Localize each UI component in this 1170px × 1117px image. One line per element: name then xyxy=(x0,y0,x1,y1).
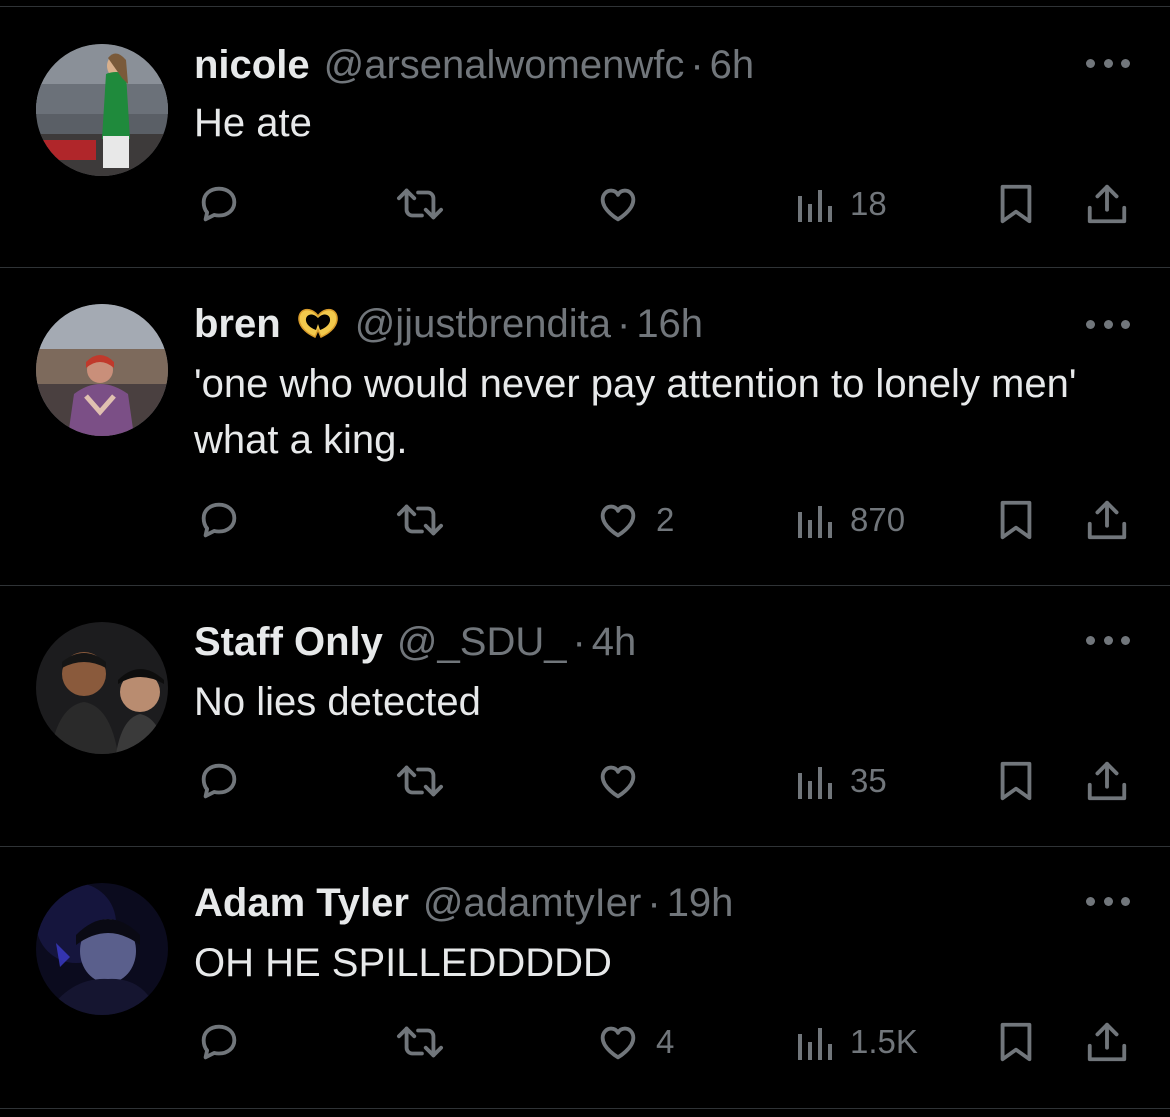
views-icon xyxy=(798,506,832,538)
views-icon xyxy=(798,767,832,799)
like-button[interactable]: 4 xyxy=(594,1017,674,1067)
share-button[interactable] xyxy=(1084,756,1130,806)
avatar[interactable] xyxy=(36,622,168,754)
retweet-icon xyxy=(396,765,443,797)
reply-icon xyxy=(201,763,237,799)
bookmark-button[interactable] xyxy=(996,756,1036,806)
separator-dot: · xyxy=(647,881,661,925)
tweet-header: nicole @arsenalwomenwfc · 6h xyxy=(194,41,754,89)
like-count: 4 xyxy=(656,1023,675,1060)
view-count: 870 xyxy=(850,501,906,538)
action-bar: 2 870 xyxy=(0,495,1170,545)
action-bar: 4 1.5K xyxy=(0,1017,1170,1067)
tweet-header: Staff Only @_SDU_ · 4h xyxy=(194,618,636,666)
views-button[interactable]: 35 xyxy=(796,756,887,806)
view-count: 35 xyxy=(850,762,887,799)
view-count: 18 xyxy=(850,185,887,222)
retweet-icon xyxy=(396,504,443,536)
tweet-header: bren @jjustbrendita · 16h xyxy=(194,300,703,348)
retweet-button[interactable] xyxy=(394,1017,446,1067)
timestamp[interactable]: 4h xyxy=(592,618,637,666)
share-icon xyxy=(1087,184,1127,224)
tweet-text: He ate xyxy=(194,101,312,145)
reply-button[interactable] xyxy=(196,495,242,545)
retweet-button[interactable] xyxy=(394,756,446,806)
user-handle[interactable]: @jjustbrendita xyxy=(355,300,611,348)
reply-button[interactable] xyxy=(196,1017,242,1067)
tweet-text: 'one who would never pay attention to lo… xyxy=(194,362,1077,462)
separator-dot: · xyxy=(690,43,704,87)
share-button[interactable] xyxy=(1084,495,1130,545)
more-icon[interactable] xyxy=(1086,318,1130,330)
heart-icon xyxy=(600,765,636,799)
timestamp[interactable]: 19h xyxy=(667,879,734,927)
like-count: 2 xyxy=(656,501,675,538)
reply-tweet[interactable]: nicole @arsenalwomenwfc · 6h He ate 18 xyxy=(0,7,1170,268)
share-icon xyxy=(1087,761,1127,801)
views-icon xyxy=(798,1028,832,1060)
bookmark-icon xyxy=(1000,1022,1032,1062)
user-handle[interactable]: @adamtyIer xyxy=(423,879,641,927)
bookmark-icon xyxy=(1000,184,1032,224)
more-icon[interactable] xyxy=(1086,57,1130,69)
retweet-button[interactable] xyxy=(394,495,446,545)
heart-icon xyxy=(600,188,636,222)
share-icon xyxy=(1087,500,1127,540)
separator-dot: · xyxy=(572,620,586,664)
reply-icon xyxy=(201,502,237,538)
heart-icon xyxy=(600,1026,636,1060)
timestamp[interactable]: 16h xyxy=(636,300,703,348)
more-icon[interactable] xyxy=(1086,895,1130,907)
retweet-icon xyxy=(396,188,443,220)
display-name[interactable]: bren xyxy=(194,300,281,348)
bookmark-button[interactable] xyxy=(996,179,1036,229)
reply-tweet[interactable]: bren @jjustbrendita · 16h 'one who would… xyxy=(0,268,1170,586)
display-name[interactable]: nicole xyxy=(194,41,310,89)
avatar[interactable] xyxy=(36,304,168,436)
bookmark-button[interactable] xyxy=(996,1017,1036,1067)
views-button[interactable]: 870 xyxy=(796,495,905,545)
like-button[interactable] xyxy=(594,179,656,229)
tweet-header: Adam Tyler @adamtyIer · 19h xyxy=(194,879,733,927)
user-handle[interactable]: @_SDU_ xyxy=(397,618,567,666)
bookmark-button[interactable] xyxy=(996,495,1036,545)
display-name[interactable]: Staff Only xyxy=(194,618,383,666)
display-name[interactable]: Adam Tyler xyxy=(194,879,409,927)
share-button[interactable] xyxy=(1084,1017,1130,1067)
bookmark-icon xyxy=(1000,500,1032,540)
like-button[interactable]: 2 xyxy=(594,495,674,545)
reply-icon xyxy=(201,1024,237,1060)
tweet-text: OH HE SPILLEDDDDD xyxy=(194,941,612,985)
reply-button[interactable] xyxy=(196,756,242,806)
share-button[interactable] xyxy=(1084,179,1130,229)
views-button[interactable]: 18 xyxy=(796,179,887,229)
avatar[interactable] xyxy=(36,883,168,1015)
reply-icon xyxy=(201,186,237,222)
bookmark-icon xyxy=(1000,761,1032,801)
views-icon xyxy=(798,190,832,222)
retweet-icon xyxy=(396,1026,443,1058)
avatar[interactable] xyxy=(36,44,168,176)
retweet-button[interactable] xyxy=(394,179,446,229)
share-icon xyxy=(1087,1022,1127,1062)
separator-dot: · xyxy=(616,302,631,346)
view-count: 1.5K xyxy=(850,1023,918,1060)
reply-button[interactable] xyxy=(196,179,242,229)
tweet-text: No lies detected xyxy=(194,680,481,724)
like-button[interactable] xyxy=(594,756,656,806)
action-bar: 35 xyxy=(0,756,1170,806)
heart-hands-emoji-icon xyxy=(297,308,338,338)
user-handle[interactable]: @arsenalwomenwfc xyxy=(324,41,685,89)
heart-icon xyxy=(600,504,636,538)
reply-tweet[interactable]: Staff Only @_SDU_ · 4h No lies detected … xyxy=(0,586,1170,847)
action-bar: 18 xyxy=(0,179,1170,229)
more-icon[interactable] xyxy=(1086,634,1130,646)
timestamp[interactable]: 6h xyxy=(710,41,755,89)
views-button[interactable]: 1.5K xyxy=(796,1017,918,1067)
reply-tweet[interactable]: Adam Tyler @adamtyIer · 19h OH HE SPILLE… xyxy=(0,847,1170,1109)
